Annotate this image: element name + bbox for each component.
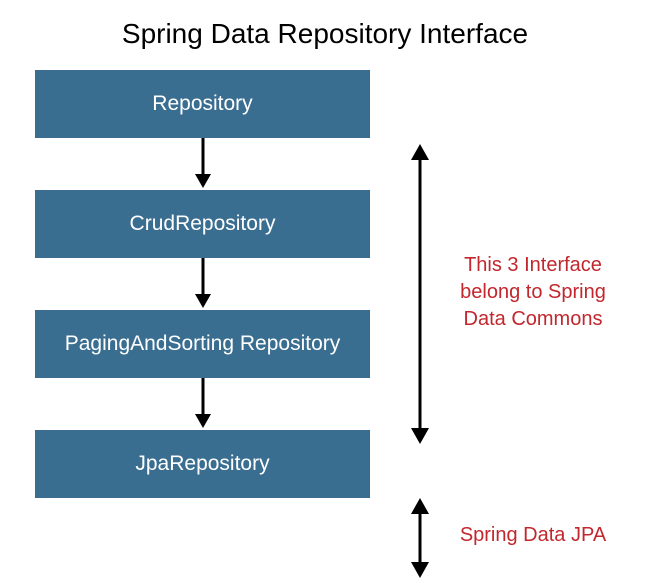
group-bracket-commons bbox=[405, 144, 435, 444]
diagram-area: Repository CrudRepository PagingAndSorti… bbox=[0, 70, 650, 498]
box-crud-repository-label: CrudRepository bbox=[130, 211, 276, 236]
box-paging-sorting-repository-label: PagingAndSorting Repository bbox=[65, 331, 341, 356]
annotation-jpa: Spring Data JPA bbox=[448, 522, 618, 549]
box-jpa-repository: JpaRepository bbox=[35, 430, 370, 498]
box-paging-sorting-repository: PagingAndSorting Repository bbox=[35, 310, 370, 378]
annotation-commons: This 3 Interface belong to Spring Data C… bbox=[448, 252, 618, 333]
connector-arrow-2 bbox=[35, 258, 370, 310]
double-arrow-icon bbox=[408, 144, 432, 444]
box-repository: Repository bbox=[35, 70, 370, 138]
group-bracket-jpa bbox=[405, 498, 435, 578]
double-arrow-icon bbox=[408, 498, 432, 578]
box-repository-label: Repository bbox=[152, 91, 252, 116]
arrow-down-icon bbox=[193, 378, 213, 430]
arrow-down-icon bbox=[193, 138, 213, 190]
connector-arrow-3 bbox=[35, 378, 370, 430]
box-jpa-repository-label: JpaRepository bbox=[135, 451, 269, 476]
arrow-down-icon bbox=[193, 258, 213, 310]
box-crud-repository: CrudRepository bbox=[35, 190, 370, 258]
connector-arrow-1 bbox=[35, 138, 370, 190]
diagram-title: Spring Data Repository Interface bbox=[0, 0, 650, 70]
